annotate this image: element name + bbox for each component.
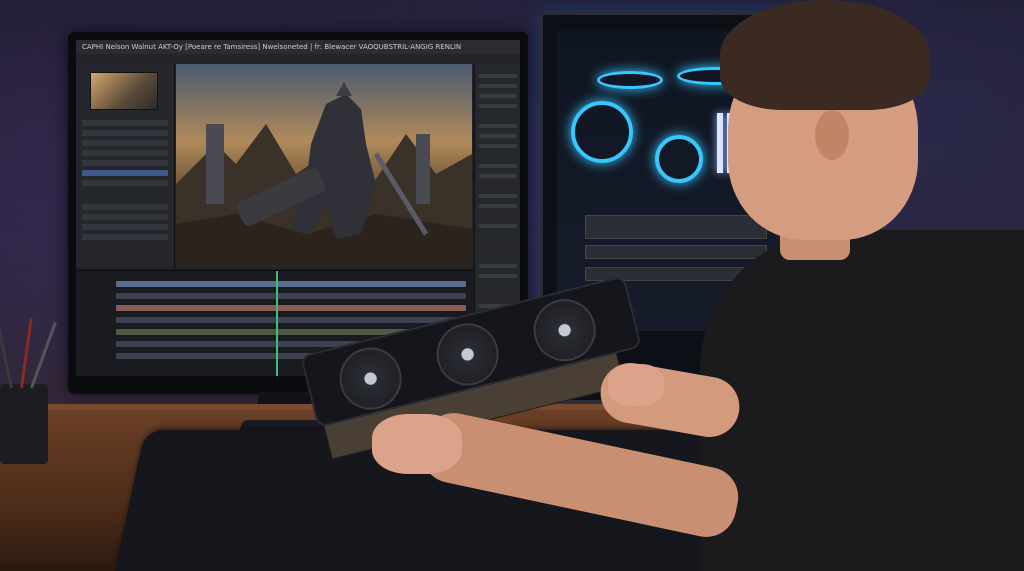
property-row [479, 74, 517, 78]
editor-title-bar: CAPHI Nelson Walnut AKT-Oy [Poeare re Ta… [76, 40, 520, 54]
layer-row [82, 214, 168, 220]
pencil-cup [0, 318, 57, 464]
layer-row-selected [82, 170, 168, 176]
scene: CAPHI Nelson Walnut AKT-Oy [Poeare re Ta… [0, 0, 1024, 571]
property-row [479, 164, 517, 168]
property-row [479, 124, 517, 128]
warrior-artwork [176, 82, 472, 268]
property-row [479, 174, 517, 178]
layer-row [82, 130, 168, 136]
project-panel [76, 64, 175, 268]
timeline-playhead [276, 271, 278, 376]
timeline-track [116, 305, 466, 311]
person-hair [720, 0, 930, 110]
property-row [479, 104, 517, 108]
layer-row [82, 160, 168, 166]
layer-row [82, 140, 168, 146]
layer-row [82, 234, 168, 240]
layer-row [82, 204, 168, 210]
property-row [479, 194, 517, 198]
person-ear [815, 110, 849, 160]
person-hand [608, 364, 664, 406]
person-torso [700, 230, 1024, 571]
property-row [479, 224, 517, 228]
layer-row [82, 120, 168, 126]
layer-row [82, 224, 168, 230]
case-fan [571, 101, 633, 163]
layer-row [82, 180, 168, 186]
property-row [479, 274, 517, 278]
cpu-cooler-fan [655, 135, 703, 183]
property-row [479, 134, 517, 138]
property-row [479, 84, 517, 88]
gpu-fan [332, 341, 409, 417]
property-row [479, 264, 517, 268]
installed-gpu [585, 215, 767, 239]
top-fan [597, 71, 663, 89]
layer-row [82, 150, 168, 156]
clip-thumbnail [90, 72, 158, 110]
timeline-track [116, 317, 466, 323]
video-preview [176, 64, 472, 268]
property-row [479, 204, 517, 208]
property-row [479, 94, 517, 98]
timeline-track [116, 293, 466, 299]
person-hand [372, 414, 462, 474]
property-row [479, 144, 517, 148]
editor-menu-bar [76, 54, 520, 64]
gpu-fan [430, 316, 506, 392]
gpu-fan [527, 292, 603, 368]
ram-stick [717, 113, 723, 173]
expansion-slot [585, 245, 767, 259]
timeline-track [116, 281, 466, 287]
